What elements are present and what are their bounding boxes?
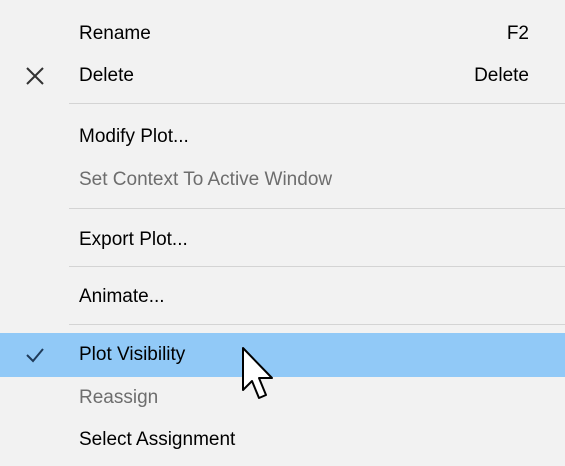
menu-separator <box>69 103 565 104</box>
menu-item-animate[interactable]: Animate... <box>0 277 565 317</box>
menu-item-plot-visibility[interactable]: Plot Visibility <box>0 333 565 377</box>
menu-item-label: Rename <box>79 23 151 44</box>
menu-separator <box>69 266 565 267</box>
menu-item-set-context: Set Context To Active Window <box>0 160 565 200</box>
menu-item-select-assignment[interactable]: Select Assignment <box>0 420 565 460</box>
menu-item-label: Plot Visibility <box>79 344 186 365</box>
menu-item-shortcut: F2 <box>506 23 529 44</box>
menu-item-label: Reassign <box>79 387 159 408</box>
menu-separator <box>69 324 565 325</box>
menu-item-modify-plot[interactable]: Modify Plot... <box>0 117 565 157</box>
menu-item-reassign: Reassign <box>0 378 565 418</box>
menu-separator <box>69 208 565 209</box>
mouse-pointer-icon <box>238 346 278 406</box>
menu-item-delete[interactable]: Delete Delete <box>0 56 565 96</box>
menu-item-label: Delete <box>79 65 134 86</box>
menu-item-export-plot[interactable]: Export Plot... <box>0 220 565 260</box>
menu-item-label: Export Plot... <box>79 229 188 250</box>
menu-item-label: Animate... <box>79 286 165 307</box>
menu-item-label: Select Assignment <box>79 429 236 450</box>
context-menu: Rename F2 Delete Delete Modify Plot... S… <box>0 0 565 466</box>
checkmark-icon <box>17 340 53 370</box>
menu-item-label: Modify Plot... <box>79 126 189 147</box>
menu-item-rename[interactable]: Rename F2 <box>0 14 565 54</box>
menu-item-shortcut: Delete <box>474 65 529 86</box>
close-x-icon <box>17 61 53 91</box>
menu-item-label: Set Context To Active Window <box>79 169 333 190</box>
